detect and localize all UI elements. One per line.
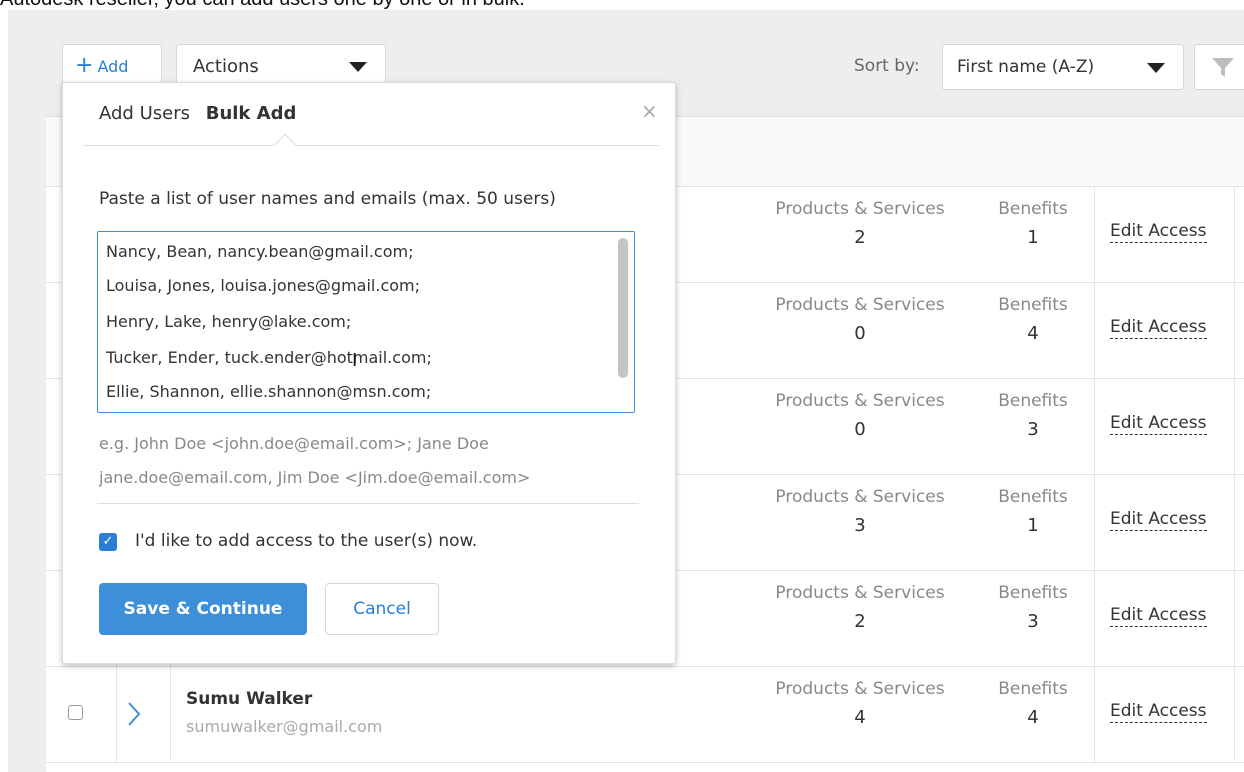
products-services-label: Products & Services bbox=[775, 583, 945, 603]
edit-access-link[interactable]: Edit Access bbox=[1110, 701, 1207, 723]
benefits-cell: Benefits 4 bbox=[990, 679, 1076, 728]
textarea-line: Henry, Lake, henry@lake.com; bbox=[106, 312, 352, 331]
sort-value: First name (A-Z) bbox=[957, 57, 1095, 77]
cancel-button[interactable]: Cancel bbox=[325, 583, 439, 635]
products-services-cell: Products & Services 4 bbox=[750, 679, 970, 728]
sort-by-label: Sort by: bbox=[854, 56, 920, 76]
example-hint: e.g. John Doe <john.doe@email.com>; Jane… bbox=[99, 427, 530, 495]
filter-button[interactable] bbox=[1194, 44, 1244, 90]
column-divider bbox=[1234, 187, 1235, 282]
products-services-count: 2 bbox=[854, 611, 866, 632]
add-button-label: Add bbox=[97, 56, 129, 76]
edit-access-link[interactable]: Edit Access bbox=[1110, 605, 1207, 627]
textarea-line: Louisa, Jones, louisa.jones@gmail.com; bbox=[106, 276, 421, 295]
tab-add-users[interactable]: Add Users bbox=[99, 103, 190, 124]
products-services-label: Products & Services bbox=[775, 487, 945, 507]
edit-access-link[interactable]: Edit Access bbox=[1110, 317, 1207, 339]
edit-access-link[interactable]: Edit Access bbox=[1110, 509, 1207, 531]
example-line-2: jane.doe@email.com, Jim Doe <Jim.doe@ema… bbox=[99, 468, 531, 487]
products-services-count: 0 bbox=[854, 419, 866, 440]
user-name[interactable]: Sumu Walker bbox=[186, 689, 312, 709]
popup-divider bbox=[97, 503, 639, 504]
benefits-label: Benefits bbox=[998, 391, 1068, 411]
add-access-checkbox[interactable]: ✓ bbox=[99, 533, 117, 551]
app-window: + Add Actions Sort by: First name (A-Z) … bbox=[8, 10, 1244, 772]
column-divider bbox=[116, 667, 117, 762]
row-checkbox[interactable] bbox=[68, 705, 83, 720]
benefits-cell: Benefits 3 bbox=[990, 391, 1076, 440]
textarea-line: Nancy, Bean, nancy.bean@gmail.com; bbox=[106, 242, 414, 261]
column-divider bbox=[1234, 283, 1235, 378]
plus-icon: + bbox=[75, 53, 94, 78]
benefits-cell: Benefits 3 bbox=[990, 583, 1076, 632]
page-caption: Autodesk reseller, you can add users one… bbox=[0, 0, 1244, 10]
column-divider bbox=[1234, 475, 1235, 570]
benefits-label: Benefits bbox=[998, 679, 1068, 699]
benefits-count: 4 bbox=[1027, 707, 1039, 728]
column-divider bbox=[1094, 667, 1095, 762]
products-services-cell: Products & Services 0 bbox=[750, 295, 970, 344]
benefits-count: 4 bbox=[1027, 323, 1039, 344]
products-services-label: Products & Services bbox=[775, 391, 945, 411]
textarea-line: Ellie, Shannon, ellie.shannon@msn.com; bbox=[106, 382, 432, 401]
benefits-label: Benefits bbox=[998, 199, 1068, 219]
popup-divider bbox=[83, 145, 659, 146]
caret-down-icon bbox=[349, 62, 367, 72]
products-services-count: 2 bbox=[854, 227, 866, 248]
products-services-count: 3 bbox=[854, 515, 866, 536]
edit-access-link[interactable]: Edit Access bbox=[1110, 413, 1207, 435]
caret-down-icon bbox=[1147, 63, 1165, 73]
tab-bulk-add[interactable]: Bulk Add bbox=[206, 103, 297, 124]
add-access-label: I'd like to add access to the user(s) no… bbox=[135, 531, 478, 551]
column-divider bbox=[1234, 667, 1235, 762]
close-icon[interactable]: × bbox=[641, 99, 658, 123]
save-continue-button[interactable]: Save & Continue bbox=[99, 583, 307, 635]
products-services-label: Products & Services bbox=[775, 199, 945, 219]
benefits-label: Benefits bbox=[998, 583, 1068, 603]
products-services-count: 0 bbox=[854, 323, 866, 344]
chevron-right-icon[interactable] bbox=[126, 701, 142, 727]
scrollbar-thumb[interactable] bbox=[618, 238, 628, 378]
actions-label: Actions bbox=[193, 55, 259, 77]
column-divider bbox=[1094, 283, 1095, 378]
benefits-count: 3 bbox=[1027, 419, 1039, 440]
column-divider bbox=[1094, 475, 1095, 570]
text-cursor-icon: I bbox=[352, 350, 358, 371]
sort-select[interactable]: First name (A-Z) bbox=[942, 44, 1184, 90]
products-services-cell: Products & Services 3 bbox=[750, 487, 970, 536]
benefits-cell: Benefits 4 bbox=[990, 295, 1076, 344]
column-divider bbox=[170, 667, 171, 762]
products-services-cell: Products & Services 2 bbox=[750, 199, 970, 248]
paste-instructions: Paste a list of user names and emails (m… bbox=[99, 189, 556, 209]
benefits-label: Benefits bbox=[998, 295, 1068, 315]
column-divider bbox=[1094, 571, 1095, 666]
filter-icon bbox=[1212, 58, 1234, 77]
column-divider bbox=[1094, 187, 1095, 282]
benefits-count: 1 bbox=[1027, 515, 1039, 536]
bulk-users-textarea[interactable]: Nancy, Bean, nancy.bean@gmail.com; Louis… bbox=[97, 231, 635, 413]
column-divider bbox=[1234, 379, 1235, 474]
column-divider bbox=[1234, 571, 1235, 666]
textarea-scrollbar[interactable] bbox=[614, 232, 634, 412]
products-services-cell: Products & Services 2 bbox=[750, 583, 970, 632]
benefits-cell: Benefits 1 bbox=[990, 199, 1076, 248]
table-row[interactable]: Sumu Walker sumuwalker@gmail.com Products … bbox=[46, 667, 1244, 763]
products-services-label: Products & Services bbox=[775, 679, 945, 699]
textarea-line: Tucker, Ender, tuck.ender@hotmail.com; bbox=[106, 348, 432, 367]
user-email: sumuwalker@gmail.com bbox=[186, 717, 383, 736]
edit-access-link[interactable]: Edit Access bbox=[1110, 221, 1207, 243]
benefits-count: 1 bbox=[1027, 227, 1039, 248]
add-users-popup: Add Users Bulk Add × Paste a list of use… bbox=[62, 82, 676, 664]
benefits-cell: Benefits 1 bbox=[990, 487, 1076, 536]
benefits-count: 3 bbox=[1027, 611, 1039, 632]
tab-indicator bbox=[273, 133, 297, 157]
checkmark-icon: ✓ bbox=[102, 534, 114, 549]
products-services-label: Products & Services bbox=[775, 295, 945, 315]
products-services-cell: Products & Services 0 bbox=[750, 391, 970, 440]
benefits-label: Benefits bbox=[998, 487, 1068, 507]
products-services-count: 4 bbox=[854, 707, 866, 728]
column-divider bbox=[1094, 379, 1095, 474]
popup-tabs: Add Users Bulk Add bbox=[99, 103, 306, 124]
example-line-1: e.g. John Doe <john.doe@email.com>; Jane… bbox=[99, 434, 489, 453]
